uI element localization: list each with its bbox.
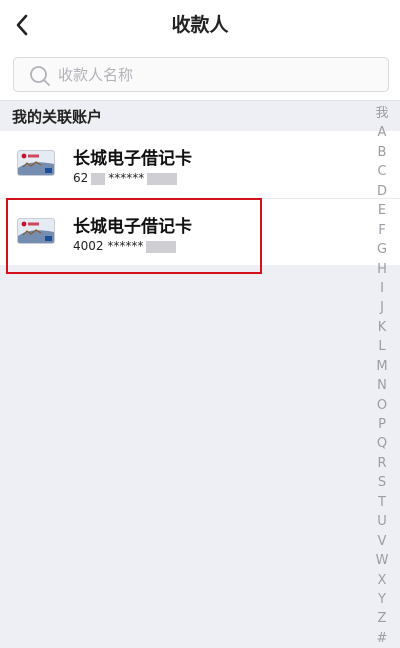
index-letter[interactable]: O — [377, 396, 387, 415]
index-letter[interactable]: D — [377, 182, 387, 201]
masked-digits — [91, 172, 106, 185]
index-letter[interactable]: # — [377, 629, 388, 648]
search-input[interactable] — [58, 58, 378, 91]
section-title: 我的关联账户 — [12, 108, 103, 126]
index-letter[interactable]: P — [378, 415, 386, 434]
account-number-prefix: 62 — [73, 171, 89, 185]
account-number-prefix: 4002 — [73, 239, 104, 253]
search-bar — [0, 50, 400, 100]
alphabet-index[interactable]: 我 A B C D E F G H I J K L M N O P Q R S T U V W X Y Z # — [370, 104, 394, 648]
account-name: 长城电子借记卡 — [73, 149, 192, 169]
index-letter[interactable]: J — [380, 298, 384, 317]
account-number-stars: ****** — [108, 171, 145, 185]
index-letter[interactable]: S — [378, 473, 386, 492]
search-icon — [30, 66, 50, 86]
index-letter[interactable]: Q — [377, 434, 387, 453]
index-letter[interactable]: A — [378, 123, 387, 142]
page-title: 收款人 — [171, 14, 229, 36]
masked-digits — [146, 240, 177, 253]
account-name: 长城电子借记卡 — [73, 217, 192, 237]
account-number: 62 ****** — [73, 171, 180, 185]
index-letter[interactable]: B — [378, 143, 387, 162]
index-letter[interactable]: N — [377, 376, 387, 395]
index-letter[interactable]: T — [378, 493, 386, 512]
index-letter[interactable]: Z — [378, 609, 387, 628]
index-letter[interactable]: M — [376, 357, 387, 376]
nav-bar: 收款人 — [0, 0, 400, 50]
index-letter[interactable]: K — [378, 318, 387, 337]
masked-digits — [147, 172, 178, 185]
index-letter[interactable]: 我 — [375, 104, 388, 123]
index-letter[interactable]: F — [378, 221, 385, 240]
search-box[interactable] — [13, 57, 389, 92]
bank-card-icon — [18, 219, 54, 243]
account-item[interactable]: 长城电子借记卡 62 ****** — [0, 131, 400, 198]
index-letter[interactable]: H — [377, 260, 387, 279]
index-letter[interactable]: V — [378, 532, 387, 551]
index-letter[interactable]: I — [380, 279, 384, 298]
account-number-stars: ****** — [107, 239, 144, 253]
index-letter[interactable]: W — [376, 551, 389, 570]
index-letter[interactable]: E — [378, 201, 386, 220]
bank-card-icon — [18, 151, 54, 175]
index-letter[interactable]: G — [377, 240, 387, 259]
index-letter[interactable]: C — [377, 162, 386, 181]
account-item[interactable]: 长城电子借记卡 4002 ****** — [0, 198, 400, 265]
index-letter[interactable]: Y — [378, 590, 386, 609]
index-letter[interactable]: R — [377, 454, 386, 473]
index-letter[interactable]: L — [378, 337, 385, 356]
index-letter[interactable]: U — [377, 512, 387, 531]
account-list: 长城电子借记卡 62 ****** 长城电子借记卡 4002 ****** — [0, 131, 400, 265]
index-letter[interactable]: X — [378, 571, 387, 590]
account-number: 4002 ****** — [73, 239, 179, 253]
section-header: 我的关联账户 — [0, 100, 400, 131]
